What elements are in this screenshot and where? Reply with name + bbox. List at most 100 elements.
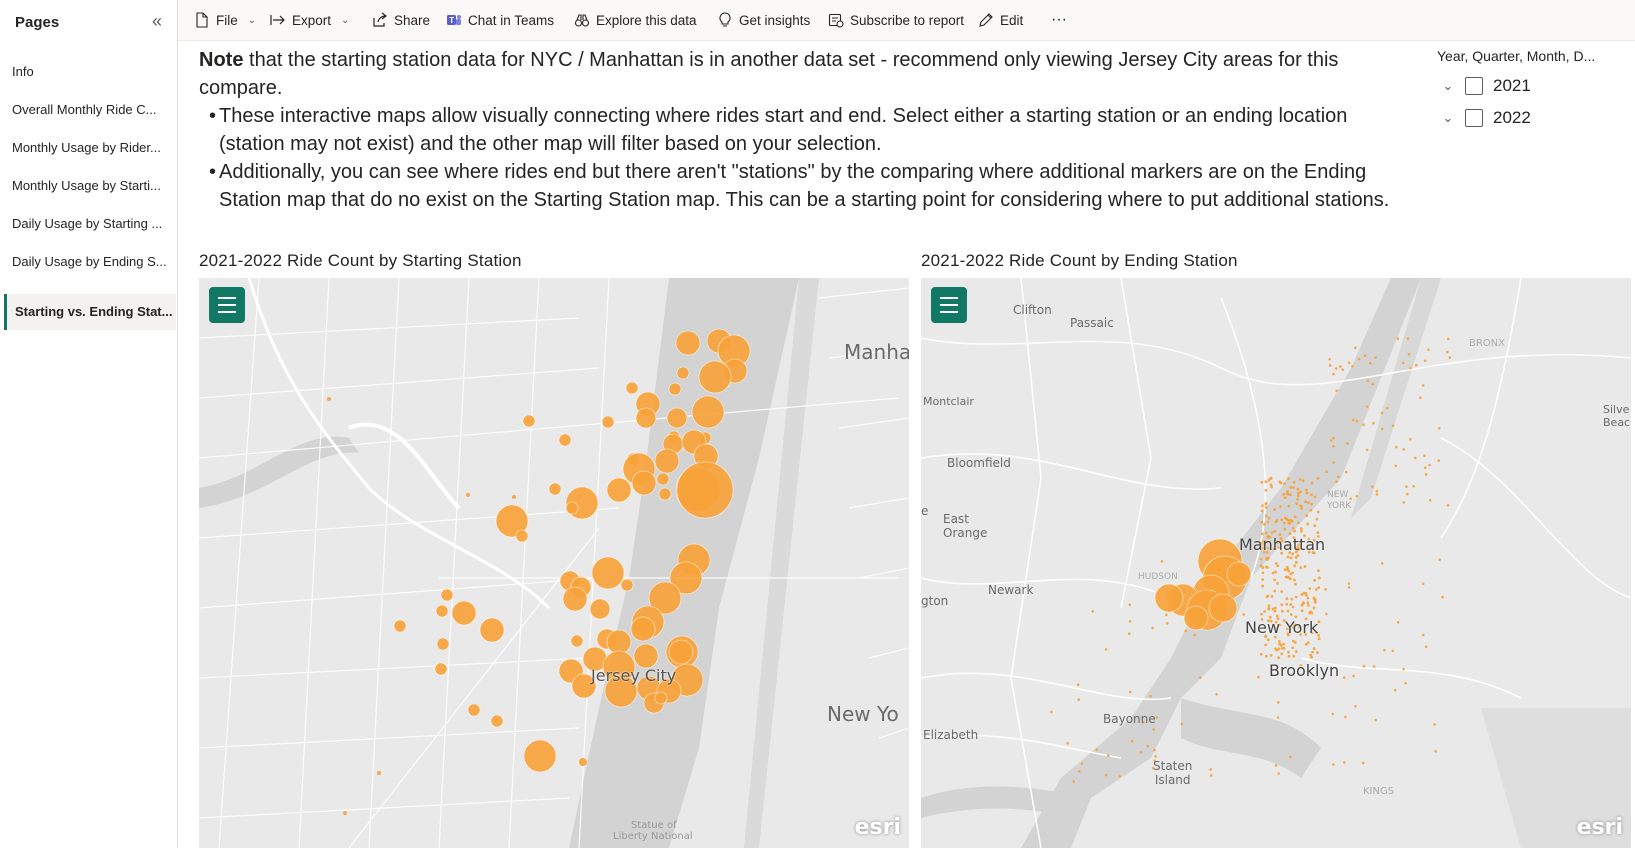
station-dot[interactable] — [1104, 648, 1108, 651]
station-dot[interactable] — [1104, 773, 1108, 777]
station-dot[interactable] — [1294, 595, 1298, 599]
station-dot[interactable] — [1355, 419, 1359, 423]
station-dot[interactable] — [1346, 442, 1349, 445]
station-marker[interactable] — [606, 477, 632, 503]
station-dot[interactable] — [1361, 761, 1365, 765]
station-marker[interactable] — [512, 495, 516, 499]
station-dot[interactable] — [1267, 606, 1271, 610]
station-dot[interactable] — [1396, 621, 1400, 624]
station-dot[interactable] — [1286, 575, 1289, 579]
station-dot[interactable] — [1316, 476, 1320, 480]
station-dot[interactable] — [1301, 601, 1305, 605]
station-dot[interactable] — [1283, 496, 1287, 500]
station-marker[interactable] — [515, 529, 529, 543]
station-dot[interactable] — [1257, 675, 1260, 679]
station-dot[interactable] — [1401, 361, 1405, 365]
station-dot[interactable] — [1287, 504, 1291, 508]
station-dot[interactable] — [1375, 493, 1379, 496]
explore-data-button[interactable]: Explore this data — [574, 0, 697, 40]
station-dot[interactable] — [1128, 690, 1132, 694]
station-dot[interactable] — [1405, 485, 1408, 488]
station-dot[interactable] — [1289, 603, 1293, 606]
station-dot[interactable] — [1328, 357, 1331, 361]
station-marker[interactable] — [522, 414, 536, 428]
station-dot[interactable] — [1375, 489, 1379, 493]
station-dot[interactable] — [1304, 500, 1307, 504]
station-dot[interactable] — [1300, 609, 1304, 613]
station-dot[interactable] — [1282, 492, 1286, 496]
station-marker[interactable] — [523, 739, 557, 773]
station-dot[interactable] — [1165, 613, 1168, 617]
station-dot[interactable] — [1312, 647, 1316, 651]
station-dot[interactable] — [1409, 366, 1412, 370]
station-dot[interactable] — [1385, 407, 1389, 410]
station-dot[interactable] — [1313, 600, 1317, 604]
station-dot[interactable] — [1242, 613, 1246, 616]
station-dot[interactable] — [1293, 564, 1297, 568]
station-marker[interactable] — [625, 381, 639, 395]
station-dot[interactable] — [1446, 503, 1450, 507]
file-menu[interactable]: File ⌄ — [194, 0, 256, 40]
station-dot[interactable] — [1299, 504, 1302, 508]
station-dot[interactable] — [1168, 609, 1171, 613]
slicer-option-2022[interactable]: ⌄ 2022 — [1435, 102, 1635, 134]
station-dot[interactable] — [1317, 569, 1320, 572]
station-dot[interactable] — [1285, 597, 1289, 601]
station-marker[interactable] — [691, 395, 725, 429]
checkbox-2022[interactable] — [1465, 109, 1483, 127]
station-dot[interactable] — [1380, 411, 1384, 415]
station-dot[interactable] — [1270, 531, 1274, 535]
station-dot[interactable] — [1266, 638, 1270, 642]
station-marker[interactable] — [579, 758, 587, 766]
station-dot[interactable] — [1095, 748, 1099, 751]
page-item-monthly-rider[interactable]: Monthly Usage by Rider... — [4, 130, 176, 166]
station-dot[interactable] — [1091, 609, 1095, 613]
station-dot[interactable] — [1267, 478, 1271, 482]
station-dot[interactable] — [1151, 626, 1154, 630]
station-dot[interactable] — [1277, 639, 1281, 643]
station-dot[interactable] — [1283, 482, 1286, 486]
station-dot[interactable] — [1314, 588, 1318, 591]
station-dot[interactable] — [1424, 473, 1428, 476]
station-dot[interactable] — [1278, 642, 1282, 646]
station-dot[interactable] — [1299, 527, 1303, 530]
station-dot[interactable] — [1406, 337, 1410, 340]
station-dot[interactable] — [1402, 448, 1406, 451]
station-dot[interactable] — [1291, 605, 1295, 609]
station-dot[interactable] — [1424, 645, 1428, 649]
station-dot[interactable] — [1066, 742, 1070, 745]
station-dot[interactable] — [1080, 762, 1084, 765]
station-dot[interactable] — [1274, 647, 1277, 651]
station-marker[interactable] — [633, 643, 659, 669]
station-dot[interactable] — [1331, 712, 1335, 716]
station-dot[interactable] — [1276, 716, 1280, 719]
station-dot[interactable] — [1309, 508, 1313, 512]
station-marker[interactable] — [343, 811, 347, 815]
station-dot[interactable] — [1261, 504, 1264, 508]
station-dot[interactable] — [1421, 582, 1425, 586]
station-dot[interactable] — [1260, 509, 1264, 513]
station-marker[interactable] — [377, 771, 381, 775]
station-dot[interactable] — [1418, 396, 1422, 399]
station-dot[interactable] — [1264, 514, 1268, 518]
station-dot[interactable] — [1277, 647, 1281, 651]
station-dot[interactable] — [1197, 610, 1200, 614]
station-dot[interactable] — [1273, 578, 1277, 582]
station-dot[interactable] — [1289, 613, 1293, 616]
station-dot[interactable] — [1380, 562, 1384, 565]
station-dot[interactable] — [1372, 421, 1375, 425]
station-marker[interactable] — [558, 433, 572, 447]
station-dot[interactable] — [1276, 701, 1280, 704]
station-dot[interactable] — [1306, 596, 1310, 600]
map-menu-button[interactable] — [931, 287, 967, 323]
station-marker[interactable] — [630, 616, 656, 642]
station-dot[interactable] — [1355, 494, 1359, 498]
station-dot[interactable] — [1423, 359, 1427, 363]
station-dot[interactable] — [1335, 389, 1338, 393]
station-dot[interactable] — [1428, 463, 1431, 467]
station-dot[interactable] — [1276, 581, 1279, 585]
station-marker[interactable] — [467, 703, 481, 717]
station-dot[interactable] — [1292, 480, 1296, 484]
station-dot[interactable] — [1287, 654, 1291, 658]
station-dot[interactable] — [1154, 754, 1157, 758]
